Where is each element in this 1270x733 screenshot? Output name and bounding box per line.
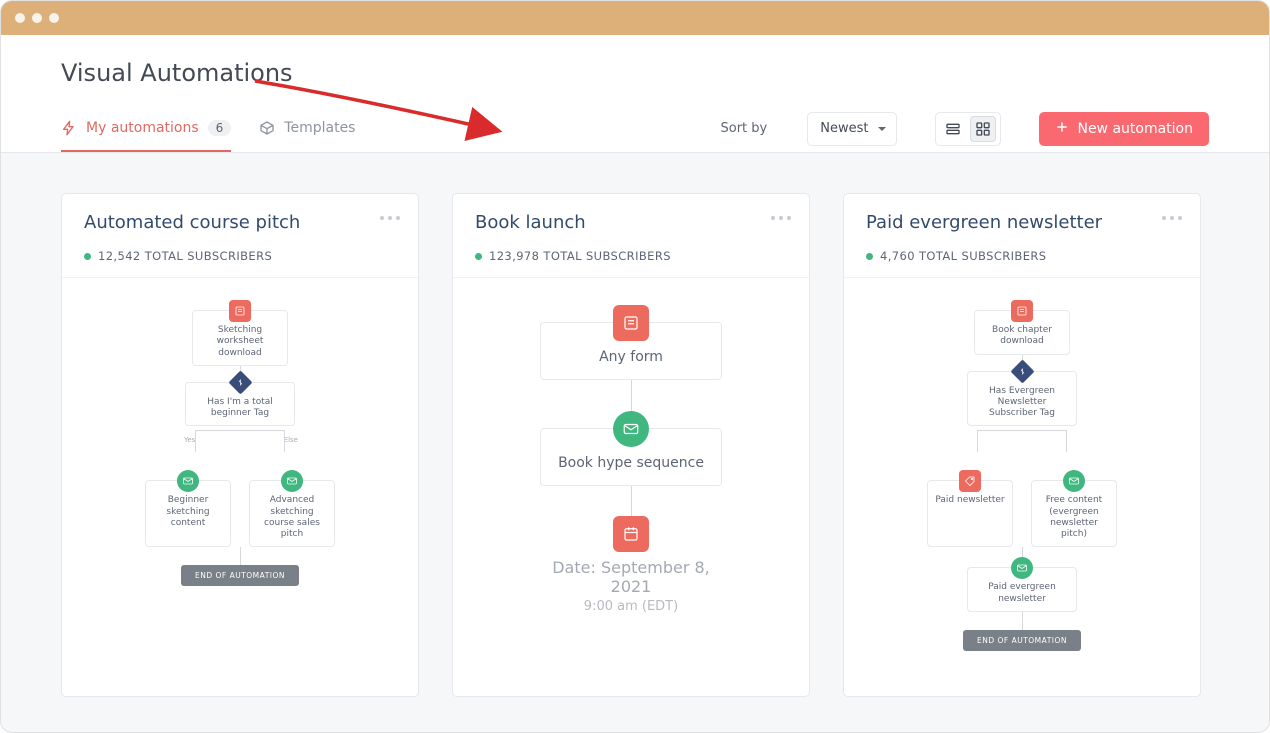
- form-icon: [613, 305, 649, 341]
- toolbar: My automations 6 Templates Sort by Newes…: [1, 105, 1269, 153]
- branch-connector: Yes Else: [150, 430, 330, 452]
- flow-trigger-node: Book chapter download: [974, 310, 1070, 355]
- traffic-light-max[interactable]: [49, 13, 59, 23]
- flow-sequence-node: Advanced sketching course sales pitch: [249, 480, 335, 547]
- automation-card[interactable]: Automated course pitch 12,542 TOTAL SUBS…: [61, 193, 419, 697]
- status-dot-active: [866, 253, 873, 260]
- flow-condition-node: Has I'm a total beginner Tag: [185, 382, 295, 427]
- tab-my-automations[interactable]: My automations 6: [61, 105, 231, 152]
- flow-preview: Any form Book hype sequence Date: Septem…: [453, 277, 809, 696]
- bolt-icon: [61, 120, 77, 136]
- new-btn-label: New automation: [1077, 121, 1193, 137]
- automation-card[interactable]: Book launch 123,978 TOTAL SUBSCRIBERS An…: [452, 193, 810, 697]
- status-dot-active: [475, 253, 482, 260]
- tab-templates[interactable]: Templates: [259, 105, 355, 152]
- traffic-light-min[interactable]: [32, 13, 42, 23]
- tag-icon: [959, 470, 981, 492]
- form-icon: [1011, 300, 1033, 322]
- card-title: Paid evergreen newsletter: [866, 212, 1178, 233]
- flow-end-node: END OF AUTOMATION: [963, 630, 1081, 651]
- traffic-light-close[interactable]: [15, 13, 25, 23]
- flow-preview: Book chapter download Has Evergreen News…: [844, 277, 1200, 696]
- flow-end-node: END OF AUTOMATION: [181, 565, 299, 586]
- sort-label: Sort by: [721, 121, 768, 136]
- flow-sequence-node: Paid evergreen newsletter: [967, 567, 1077, 612]
- status-dot-active: [84, 253, 91, 260]
- flow-action-node: Paid newsletter: [927, 480, 1013, 547]
- card-menu-button[interactable]: [380, 216, 400, 220]
- plus-icon: [1055, 120, 1069, 138]
- flow-date-node: Date: September 8, 2021 9:00 am (EDT): [540, 534, 722, 628]
- card-menu-button[interactable]: [1162, 216, 1182, 220]
- flow-sequence-node: Beginner sketching content: [145, 480, 231, 547]
- flow-sequence-node: Free content (evergreen newsletter pitch…: [1031, 480, 1117, 547]
- view-toggle: [935, 112, 1001, 146]
- calendar-icon: [613, 516, 649, 552]
- tab-count-badge: 6: [208, 120, 232, 136]
- card-title: Automated course pitch: [84, 212, 396, 233]
- window-titlebar: [1, 1, 1269, 35]
- view-list-button[interactable]: [940, 116, 966, 142]
- subscriber-count: 123,978 TOTAL SUBSCRIBERS: [475, 249, 787, 263]
- email-icon: [1063, 470, 1085, 492]
- subscriber-count: 4,760 TOTAL SUBSCRIBERS: [866, 249, 1178, 263]
- form-icon: [229, 300, 251, 322]
- sort-select[interactable]: Newest: [807, 112, 897, 146]
- email-icon: [1011, 557, 1033, 579]
- email-icon: [281, 470, 303, 492]
- subscriber-count: 12,542 TOTAL SUBSCRIBERS: [84, 249, 396, 263]
- branch-yes-label: Yes: [184, 436, 195, 444]
- flow-condition-node: Has Evergreen Newsletter Subscriber Tag: [967, 371, 1077, 427]
- automation-card[interactable]: Paid evergreen newsletter 4,760 TOTAL SU…: [843, 193, 1201, 697]
- card-title: Book launch: [475, 212, 787, 233]
- branch-else-label: Else: [284, 436, 298, 444]
- tab-label: Templates: [284, 120, 355, 136]
- tab-label: My automations: [86, 120, 199, 136]
- view-grid-button[interactable]: [970, 116, 996, 142]
- flow-trigger-node: Any form: [540, 322, 722, 380]
- automation-grid: Automated course pitch 12,542 TOTAL SUBS…: [1, 153, 1269, 733]
- flow-preview: Sketching worksheet download Has I'm a t…: [62, 277, 418, 696]
- sort-value: Newest: [820, 121, 868, 136]
- flow-trigger-node: Sketching worksheet download: [192, 310, 288, 366]
- app-window: Visual Automations My automations 6 Temp…: [0, 0, 1270, 733]
- branch-connector: [932, 430, 1112, 452]
- card-menu-button[interactable]: [771, 216, 791, 220]
- flow-sequence-node: Book hype sequence: [540, 428, 722, 486]
- email-icon: [177, 470, 199, 492]
- box-icon: [259, 120, 275, 136]
- new-automation-button[interactable]: New automation: [1039, 112, 1209, 146]
- page-title: Visual Automations: [1, 35, 1269, 105]
- email-icon: [613, 411, 649, 447]
